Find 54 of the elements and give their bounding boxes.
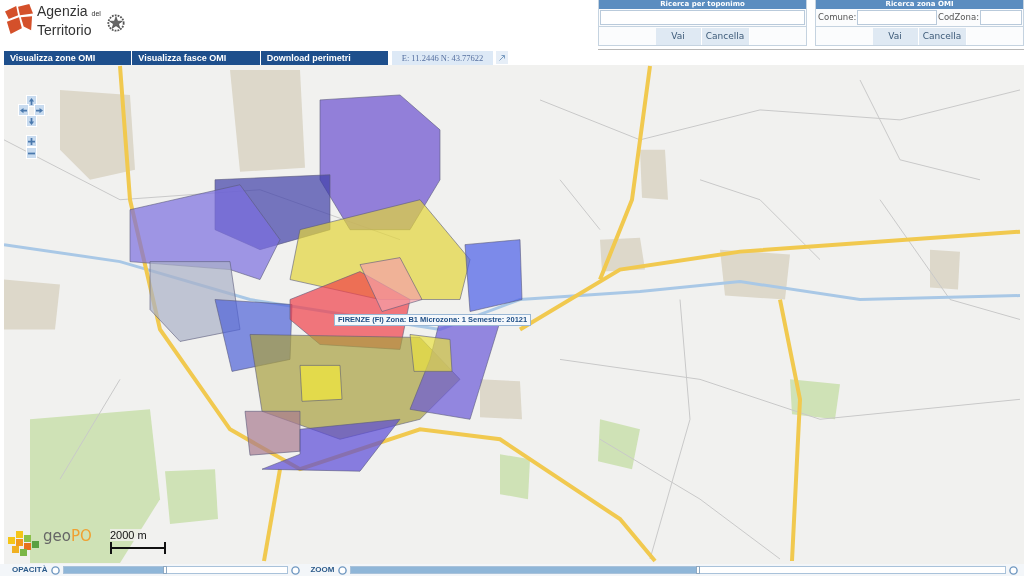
circle-icon[interactable]: [338, 565, 348, 575]
zone-area[interactable]: [359, 257, 423, 312]
zone-area[interactable]: [129, 184, 281, 280]
cancel-button[interactable]: Cancella: [701, 27, 750, 45]
park-area: [500, 454, 530, 500]
scale-label: 2000 m: [110, 529, 147, 541]
built-up-area: [600, 237, 645, 272]
pan-down-button[interactable]: [26, 115, 37, 127]
zoom-out-button[interactable]: [26, 147, 37, 159]
park-area: [598, 419, 640, 470]
slider-label: OPACITÀ: [12, 564, 48, 576]
coordinates-display: E: 11.2446 N: 43.77622: [392, 51, 493, 65]
circle-icon[interactable]: [51, 565, 61, 575]
circle-icon[interactable]: [291, 565, 301, 575]
arrow-down-icon: [28, 117, 35, 125]
arrow-left-icon: [20, 106, 27, 114]
zone-area[interactable]: [261, 419, 401, 472]
logo-icon: [5, 4, 33, 34]
slider-label: ZOOM: [310, 564, 335, 576]
pan-left-button[interactable]: [18, 104, 29, 116]
field-label: Comune:: [817, 11, 858, 24]
built-up-area: [930, 249, 960, 290]
cancel-button[interactable]: Cancella: [918, 27, 967, 45]
zone-area[interactable]: [464, 239, 523, 312]
input-field[interactable]: [857, 10, 937, 25]
zone-area[interactable]: [244, 411, 301, 456]
tab[interactable]: Download perimetri: [260, 51, 388, 65]
park-area: [165, 469, 218, 525]
input-field[interactable]: [980, 10, 1022, 25]
circle-icon[interactable]: [1009, 565, 1018, 575]
zoom-in-button[interactable]: [26, 135, 37, 147]
zone-area[interactable]: [299, 365, 343, 402]
built-up-area: [480, 379, 522, 420]
plus-icon: [28, 137, 35, 145]
agency-name-second-line: Territorio: [37, 22, 93, 38]
pan-right-button[interactable]: [34, 104, 45, 116]
arrow-up-icon: [28, 97, 35, 105]
map-provider-logo-text: geoPO: [43, 527, 92, 545]
park-area: [790, 379, 840, 420]
scale-bar: [110, 542, 166, 554]
built-up-area: [4, 279, 60, 330]
go-button[interactable]: Vai: [655, 27, 702, 45]
zone-area[interactable]: [409, 334, 453, 372]
grid-logo-icon: [8, 531, 39, 556]
built-up-area: [640, 149, 668, 200]
toponym-input-field[interactable]: [600, 10, 805, 25]
minor-road: [559, 179, 601, 231]
arrow-right-icon: [36, 106, 43, 114]
slider-thumb[interactable]: [162, 566, 167, 574]
field-label: CodZona:: [937, 11, 980, 24]
star-emblem-icon: [106, 12, 125, 34]
go-button[interactable]: Vai: [872, 27, 919, 45]
slider-thumb[interactable]: [695, 566, 700, 574]
built-up-area: [720, 249, 790, 300]
